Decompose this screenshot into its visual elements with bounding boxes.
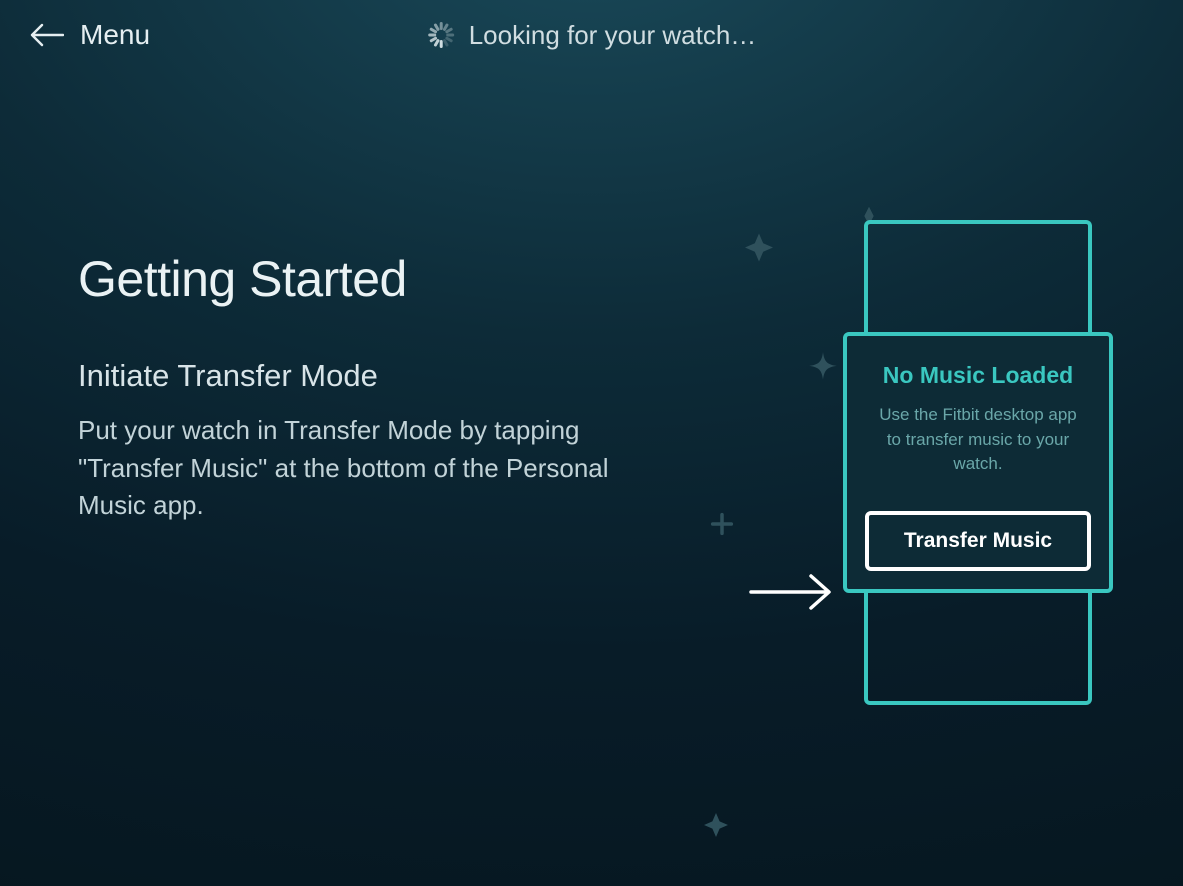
watch-screen-text: Use the Fitbit desktop app to transfer m… [865, 403, 1091, 477]
back-button[interactable]: Menu [30, 19, 150, 51]
watch-band-bottom [864, 593, 1092, 705]
watch-device: No Music Loaded Use the Fitbit desktop a… [843, 220, 1113, 705]
plus-icon [708, 510, 736, 538]
arrow-left-icon [30, 23, 64, 47]
star-icon [738, 230, 780, 272]
sparkle-icon [798, 350, 848, 400]
page-title: Getting Started [78, 250, 638, 308]
status-text: Looking for your watch… [469, 20, 757, 51]
section-subtitle: Initiate Transfer Mode [78, 358, 638, 394]
transfer-music-button[interactable]: Transfer Music [865, 511, 1091, 571]
spinner-icon [427, 21, 455, 49]
watch-screen: No Music Loaded Use the Fitbit desktop a… [843, 332, 1113, 593]
content-area: Getting Started Initiate Transfer Mode P… [0, 70, 1183, 870]
status-indicator: Looking for your watch… [427, 20, 757, 51]
star-icon [698, 810, 734, 846]
watch-screen-title: No Music Loaded [865, 362, 1091, 389]
watch-band-top [864, 220, 1092, 332]
arrow-right-icon [749, 572, 833, 612]
instructions-panel: Getting Started Initiate Transfer Mode P… [78, 250, 638, 870]
back-label: Menu [80, 19, 150, 51]
instruction-text: Put your watch in Transfer Mode by tappi… [78, 412, 618, 525]
watch-illustration: No Music Loaded Use the Fitbit desktop a… [678, 250, 1123, 870]
header-bar: Menu Looking for your watch… [0, 0, 1183, 70]
